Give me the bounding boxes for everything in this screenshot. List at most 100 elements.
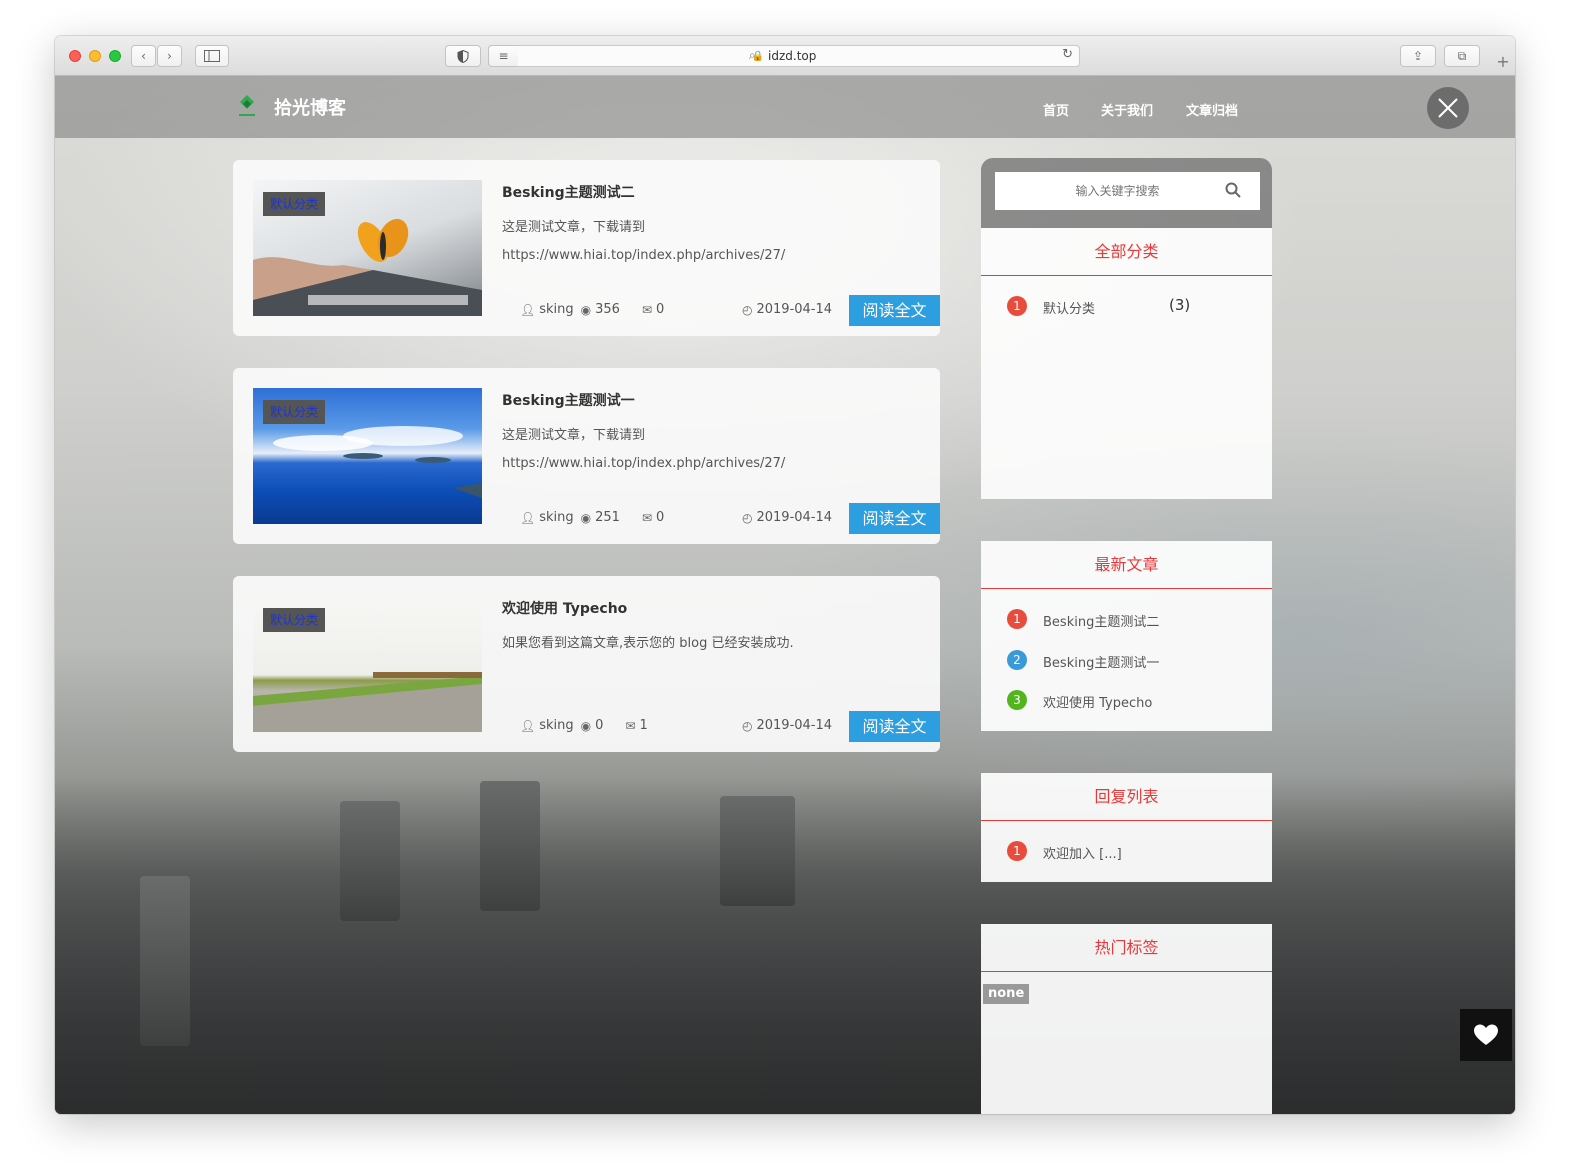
eye-icon: ◉ [580,510,592,525]
tabs-button[interactable]: ⧉ [1444,45,1480,67]
post-desc: 这是测试文章，下载请到 [502,428,646,443]
reader-button[interactable]: ≡ [488,45,518,67]
replies-panel: 回复列表 1 欢迎加入 [...] [981,773,1272,882]
clock-icon: ◴ [742,510,753,525]
latest-post-link[interactable]: Besking主题测试一 [1043,652,1159,671]
address-bar[interactable]: ⌕ 🔒 idzd.top ↻ [488,45,1080,67]
search-icon: ⌕ [749,48,756,62]
site-logo-text[interactable]: 拾光博客 [274,94,346,120]
share-icon: ⇪ [1412,49,1424,63]
clock-icon: ◴ [742,302,753,317]
post-author: sking [539,510,574,525]
privacy-button[interactable] [445,45,481,67]
category-badge[interactable]: 默认分类 [263,608,325,632]
rank-badge: 3 [1007,690,1027,710]
post-thumbnail[interactable]: 默认分类 [253,180,482,316]
rank-badge: 1 [1007,841,1027,861]
post-card: 默认分类 Besking主题测试一 这是测试文章，下载请到 https://ww… [233,368,940,544]
latest-posts-panel: 最新文章 1 Besking主题测试二 2 Besking主题测试一 3 欢迎使… [981,541,1272,731]
category-count: (3) [1169,296,1191,314]
read-more-button[interactable]: 阅读全文 [849,503,940,534]
minimize-window-button[interactable] [89,50,101,62]
category-badge[interactable]: 默认分类 [263,400,325,424]
shield-icon [457,49,469,63]
post-date: 2019-04-14 [756,718,833,733]
background-post [340,801,400,921]
site-navbar: 拾光博客 首页 关于我们 文章归档 [55,76,1515,138]
post-date-wrap: ◴ 2019-04-14 [742,510,832,525]
post-excerpt: 如果您看到这篇文章,表示您的 blog 已经安装成功. [502,630,922,658]
close-window-button[interactable] [69,50,81,62]
post-meta: 👤︎ sking ◉ 0 ✉︎ 1 [520,718,648,733]
forward-button[interactable]: › [157,45,182,67]
post-desc: 如果您看到这篇文章,表示您的 blog 已经安装成功. [502,636,794,651]
browser-toolbar: ‹ › ≡ ⌕ 🔒 idzd.top ↻ ⇪ ⧉ + [55,36,1515,76]
post-title[interactable]: 欢迎使用 Typecho [502,598,627,618]
like-button[interactable] [1460,1009,1512,1061]
post-link[interactable]: https://www.hiai.top/index.php/archives/… [502,450,922,478]
search-input[interactable] [995,172,1260,210]
sidebar-toggle-button[interactable] [195,45,229,67]
post-link[interactable]: https://www.hiai.top/index.php/archives/… [502,242,922,270]
post-date-wrap: ◴ 2019-04-14 [742,302,832,317]
post-meta: 👤︎ sking ◉ 356 ✉︎ 0 [520,302,664,317]
post-excerpt: 这是测试文章，下载请到 https://www.hiai.top/index.p… [502,214,922,270]
comment-icon: ✉︎ [641,302,653,317]
reader-icon: ≡ [498,49,509,63]
eye-icon: ◉ [580,302,592,317]
chevron-right-icon: › [167,49,172,63]
zoom-window-button[interactable] [109,50,121,62]
post-meta: 👤︎ sking ◉ 251 ✉︎ 0 [520,510,664,525]
back-button[interactable]: ‹ [131,45,156,67]
reply-link[interactable]: 欢迎加入 [...] [1043,843,1122,862]
post-date-wrap: ◴ 2019-04-14 [742,718,832,733]
close-icon [1438,98,1458,118]
reload-icon[interactable]: ↻ [1062,47,1073,62]
share-button[interactable]: ⇪ [1400,45,1436,67]
chevron-left-icon: ‹ [141,49,146,63]
post-thumbnail[interactable]: 默认分类 [253,388,482,524]
sidebar-icon [204,50,220,62]
latest-title: 最新文章 [981,541,1272,589]
post-author: sking [539,302,574,317]
close-menu-button[interactable] [1427,87,1469,129]
clock-icon: ◴ [742,718,753,733]
nav-home[interactable]: 首页 [1043,100,1069,119]
category-badge[interactable]: 默认分类 [263,192,325,216]
post-title[interactable]: Besking主题测试一 [502,390,635,410]
rank-badge: 2 [1007,650,1027,670]
nav-archive[interactable]: 文章归档 [1186,100,1238,119]
post-comments: 1 [639,718,648,733]
latest-post-link[interactable]: Besking主题测试二 [1043,611,1159,630]
post-date: 2019-04-14 [756,510,833,525]
post-desc: 这是测试文章，下载请到 [502,220,646,235]
nav-about[interactable]: 关于我们 [1101,100,1153,119]
post-comments: 0 [656,510,665,525]
background-post [140,876,190,1046]
user-icon: 👤︎ [520,510,536,525]
read-more-button[interactable]: 阅读全文 [849,295,940,326]
latest-post-link[interactable]: 欢迎使用 Typecho [1043,692,1152,711]
tags-title: 热门标签 [981,924,1272,972]
post-thumbnail[interactable]: 默认分类 [253,596,482,732]
categories-title: 全部分类 [981,228,1272,276]
post-author: sking [539,718,574,733]
post-views: 251 [595,510,620,525]
heart-icon [1474,1024,1498,1045]
comment-icon: ✉︎ [641,510,653,525]
logo-icon [239,95,255,116]
search-icon[interactable] [1225,182,1241,198]
search-widget [981,158,1272,228]
post-card: 默认分类 Besking主题测试二 这是测试文章，下载请到 https://ww… [233,160,940,336]
categories-panel: 全部分类 1 默认分类 (3) [981,228,1272,499]
read-more-button[interactable]: 阅读全文 [849,711,940,742]
post-comments: 0 [656,302,665,317]
plus-icon: + [1496,52,1510,71]
user-icon: 👤︎ [520,302,536,317]
new-tab-button[interactable]: + [1491,50,1515,74]
category-name[interactable]: 默认分类 [1043,298,1095,317]
tag-item[interactable]: none [983,984,1030,1004]
tabs-icon: ⧉ [1457,48,1467,63]
post-views: 356 [595,302,620,317]
post-title[interactable]: Besking主题测试二 [502,182,635,202]
